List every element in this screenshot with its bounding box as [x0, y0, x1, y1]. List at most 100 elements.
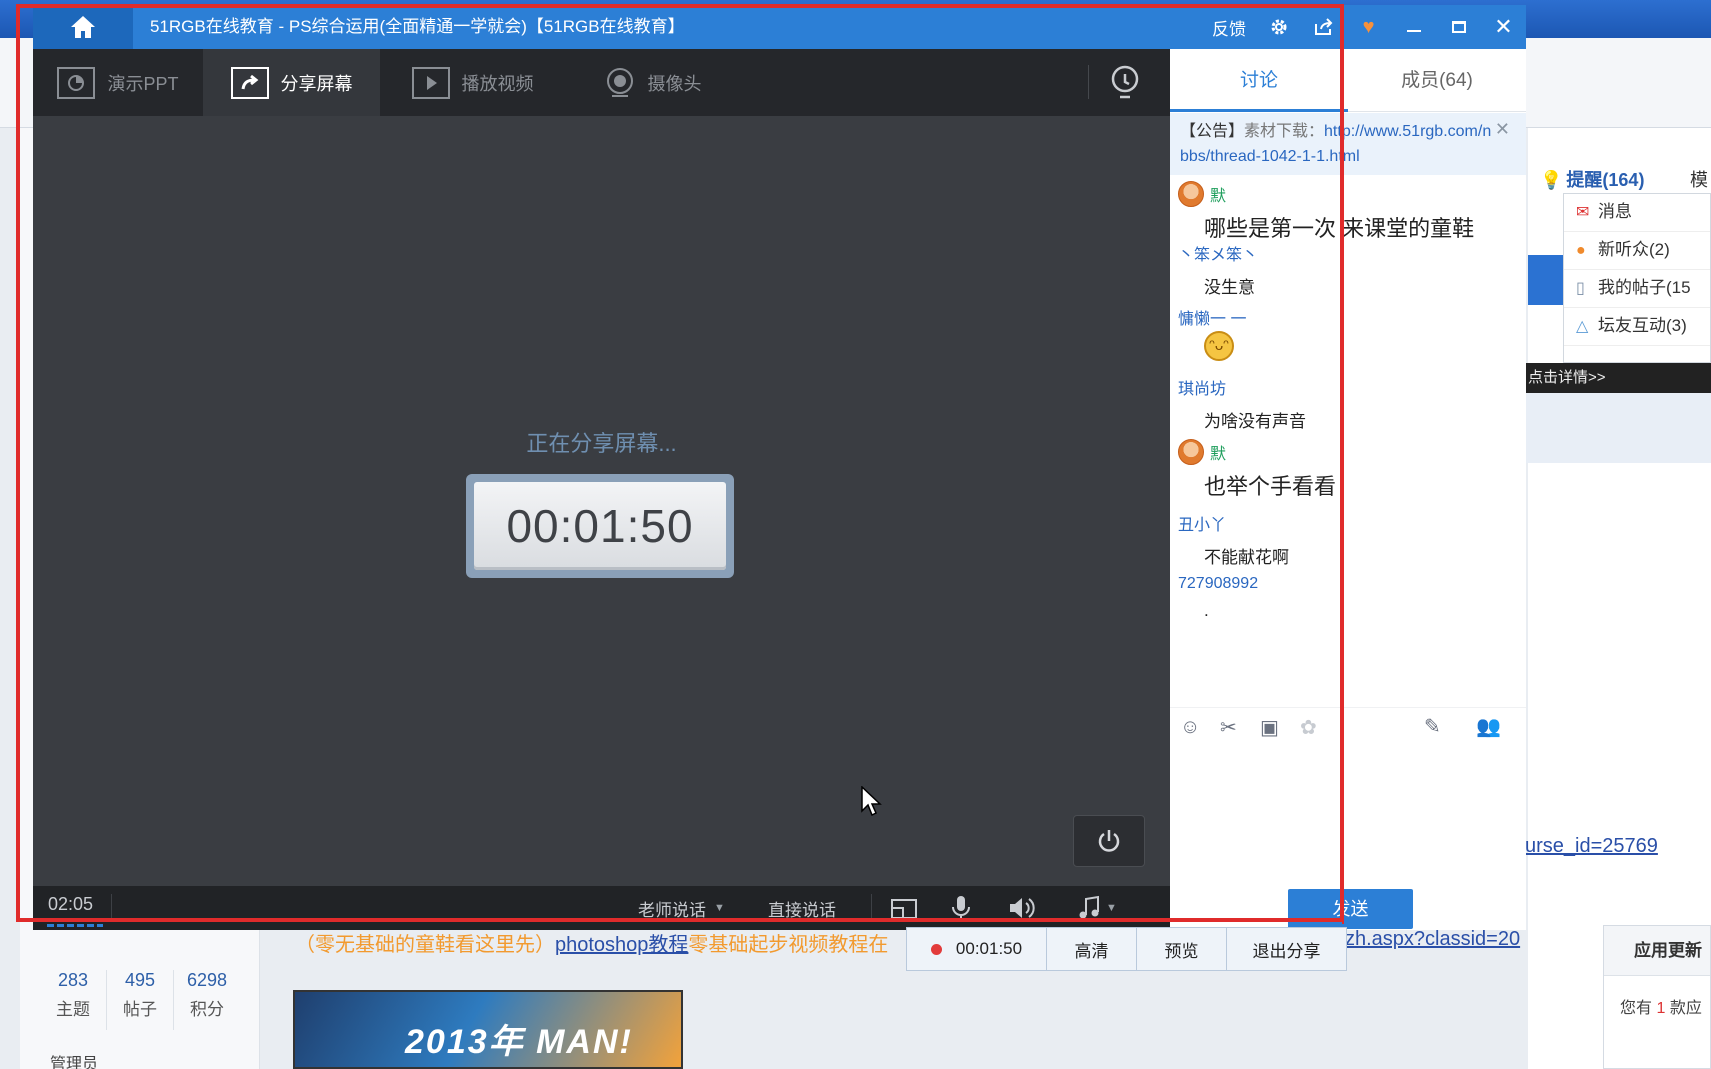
- message-sender[interactable]: 丑小丫: [1178, 511, 1226, 535]
- detail-link[interactable]: 点击详情>>: [1500, 363, 1711, 393]
- share-out-button[interactable]: [1301, 5, 1346, 49]
- maximize-icon: [1451, 21, 1466, 33]
- app-update-box: 应用更新 您有 1 款应: [1603, 925, 1711, 1069]
- smiley-icon[interactable]: ☺: [1180, 716, 1220, 739]
- bottom-control-bar: 02:05 老师说话 ▼ 直接说话 ▼: [33, 886, 1170, 930]
- layout-button[interactable]: [891, 886, 917, 930]
- message-text: 不能献花啊: [1204, 548, 1289, 567]
- notif-item-message[interactable]: ✉ 消息: [1564, 194, 1710, 232]
- message-sender[interactable]: 727908992: [1178, 575, 1258, 593]
- minimize-button[interactable]: [1391, 5, 1436, 49]
- minimize-icon: [1406, 30, 1421, 32]
- tab-camera-label: 摄像头: [647, 73, 702, 94]
- mouse-cursor-icon: [861, 786, 882, 817]
- remind-more[interactable]: 模: [1690, 166, 1708, 192]
- ppt-icon: [57, 66, 96, 99]
- stat-number: 495: [124, 970, 156, 990]
- message-sender[interactable]: 琪尚坊: [1178, 375, 1226, 399]
- volume-button[interactable]: [1008, 886, 1038, 930]
- direct-speak-button[interactable]: 直接说话: [768, 886, 836, 930]
- hd-button[interactable]: 高清: [1047, 928, 1137, 970]
- microphone-icon: [952, 896, 970, 920]
- tab-members[interactable]: 成员(64): [1348, 49, 1526, 112]
- flower-icon[interactable]: ✿: [1300, 715, 1340, 740]
- edit-icon[interactable]: ✎: [1424, 714, 1464, 739]
- share-timer-indicator: 00:01:50: [907, 928, 1047, 970]
- notice-prefix: 【公告】: [1180, 123, 1245, 140]
- settings-button[interactable]: [1256, 5, 1301, 49]
- sender-name: 默: [1210, 446, 1227, 463]
- maximize-button[interactable]: [1436, 5, 1481, 49]
- home-icon: [71, 16, 95, 38]
- notice-label: 素材下载：: [1244, 123, 1325, 140]
- message-text: 没生意: [1204, 278, 1255, 297]
- promo-banner[interactable]: 2013年 MAN!: [293, 990, 683, 1069]
- thread-link[interactable]: photoshop教程: [555, 934, 688, 956]
- close-button[interactable]: ✕: [1481, 5, 1526, 49]
- notif-label: 新听众(2): [1598, 240, 1670, 259]
- exit-share-button[interactable]: 退出分享: [1227, 928, 1346, 970]
- chat-messages: 默 哪些是第一次 来课堂的童鞋 丶笨メ笨丶 没生意 慵懒一 一 ᵔᴗᵔ 琪尚坊 …: [1170, 177, 1526, 707]
- notif-item-posts[interactable]: ▯ 我的帖子(15: [1564, 270, 1710, 308]
- remind-link[interactable]: 💡 提醒(164): [1540, 166, 1644, 192]
- music-note-icon: [1079, 895, 1099, 919]
- share-bar-time: 00:01:50: [955, 939, 1023, 958]
- tab-share-screen[interactable]: 分享屏幕: [203, 49, 380, 116]
- tab-ppt-label: 演示PPT: [107, 73, 179, 94]
- message-sender[interactable]: 慵懒一 一: [1178, 305, 1246, 329]
- tab-video[interactable]: 播放视频: [380, 49, 565, 116]
- chat-message: 琪尚坊 为啥没有声音: [1178, 375, 1306, 431]
- send-button[interactable]: 发送: [1288, 889, 1413, 929]
- tip-button[interactable]: [1108, 64, 1142, 105]
- teacher-speak-dropdown[interactable]: 老师说话 ▼: [638, 886, 725, 930]
- image-icon[interactable]: ▣: [1260, 715, 1300, 740]
- thread-tail: 零基础起步视频教程在: [688, 934, 889, 956]
- preview-button[interactable]: 预览: [1137, 928, 1227, 970]
- users-icon[interactable]: 👥: [1476, 714, 1516, 739]
- notification-panel: ✉ 消息 ● 新听众(2) ▯ 我的帖子(15 △ 坛友互动(3): [1563, 193, 1711, 363]
- classroom-window: 51RGB在线教育 - PS综合运用(全面精通一学就会)【51RGB在线教育】 …: [33, 5, 1526, 930]
- announcement: 【公告】素材下载：http://www.51rgb.com/nbbs/threa…: [1170, 113, 1526, 175]
- lightbulb-icon: [1111, 65, 1139, 99]
- notif-item-interaction[interactable]: △ 坛友互动(3): [1564, 308, 1710, 346]
- notif-label: 坛友互动(3): [1598, 316, 1687, 335]
- tab-share-screen-label: 分享屏幕: [280, 73, 353, 94]
- play-video-icon: [411, 66, 450, 99]
- tab-discussion[interactable]: 讨论: [1170, 49, 1348, 112]
- stop-button[interactable]: [1073, 815, 1145, 867]
- tab-ppt[interactable]: 演示PPT: [33, 49, 203, 116]
- stat-posts[interactable]: 495 帖子: [107, 970, 174, 1030]
- message-text: 哪些是第一次 来课堂的童鞋: [1204, 216, 1475, 241]
- stat-number: 283: [57, 970, 89, 990]
- tab-camera[interactable]: 摄像头: [565, 49, 740, 116]
- favorite-button[interactable]: ♥: [1346, 5, 1391, 49]
- home-button[interactable]: [33, 5, 133, 49]
- close-icon[interactable]: ✕: [1495, 117, 1510, 142]
- chat-panel: 讨论 成员(64) 【公告】素材下载：http://www.51rgb.com/…: [1170, 49, 1526, 930]
- user-stats: 283 主题 495 帖子 6298 积分: [40, 970, 240, 1030]
- scissors-icon[interactable]: ✂: [1220, 715, 1260, 740]
- notif-item-listeners[interactable]: ● 新听众(2): [1564, 232, 1710, 270]
- mode-toolbar: 演示PPT 分享屏幕 播放视频 摄像头: [33, 49, 1170, 116]
- feedback-button[interactable]: 反馈: [1202, 5, 1256, 49]
- course-link[interactable]: urse_id=25769: [1525, 835, 1658, 858]
- message-sender[interactable]: 默: [1178, 181, 1226, 207]
- message-sender[interactable]: 丶笨メ笨丶: [1178, 241, 1258, 265]
- update-count: 1: [1656, 1000, 1666, 1017]
- recycle-icon: △: [1576, 318, 1589, 335]
- message-text: .: [1204, 601, 1209, 620]
- message-sender[interactable]: 默: [1178, 439, 1226, 465]
- thread-line: （零无基础的童鞋看这里先）photoshop教程零基础起步视频教程在: [295, 928, 888, 957]
- avatar: [1178, 181, 1204, 207]
- music-dropdown[interactable]: ▼: [1078, 886, 1117, 930]
- stat-topics[interactable]: 283 主题: [40, 970, 107, 1030]
- classid-link[interactable]: zh.aspx?classid=20: [1345, 928, 1520, 951]
- teacher-speak-label: 老师说话: [638, 900, 706, 920]
- title-bar[interactable]: 51RGB在线教育 - PS综合运用(全面精通一学就会)【51RGB在线教育】 …: [33, 5, 1526, 49]
- microphone-button[interactable]: [951, 886, 971, 930]
- message-text: 也举个手看看: [1204, 474, 1337, 499]
- mail-icon: ✉: [1576, 204, 1590, 221]
- record-dot-icon: [930, 943, 942, 955]
- remind-label: 提醒(164): [1566, 170, 1645, 190]
- stat-points[interactable]: 6298 积分: [174, 970, 240, 1030]
